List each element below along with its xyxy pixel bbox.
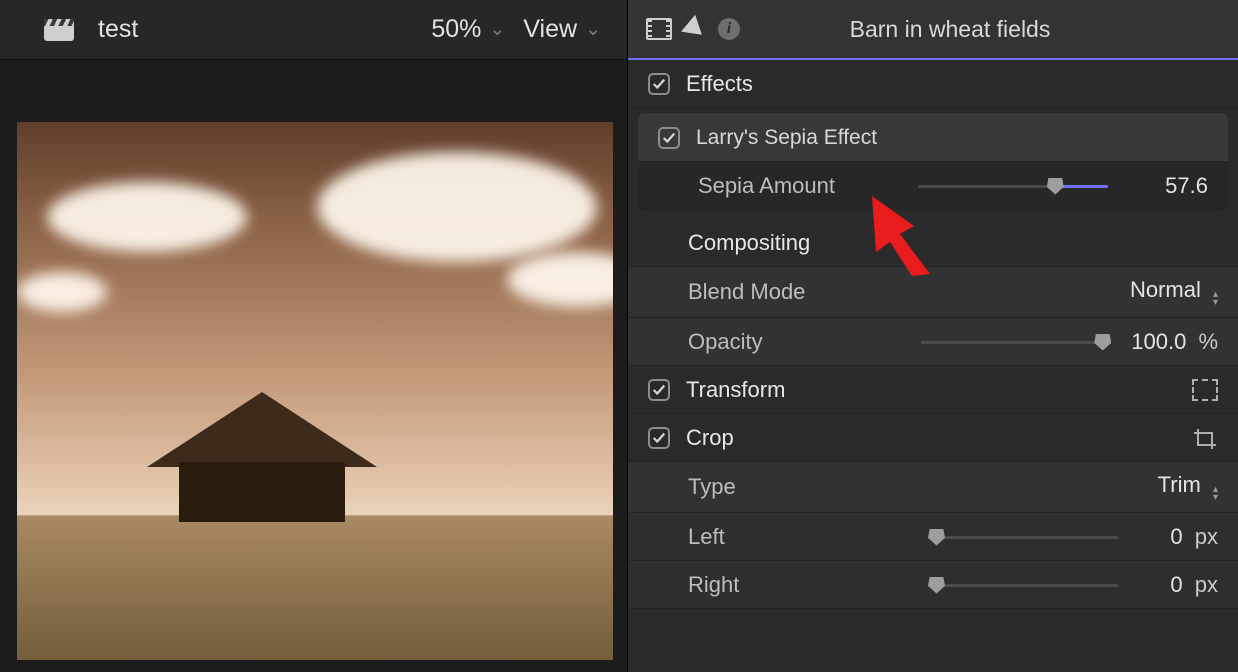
sepia-effect-header[interactable]: Larry's Sepia Effect — [638, 114, 1228, 162]
effects-checkbox[interactable] — [648, 73, 670, 95]
crop-left-row: Left 0 px — [628, 513, 1238, 561]
inspector-panel: i Barn in wheat fields Effects Larry's S… — [628, 0, 1238, 672]
transform-onscreen-icon[interactable] — [1192, 379, 1218, 401]
dropdown-caret-icon: ▴▾ — [1213, 291, 1218, 307]
crop-right-value[interactable]: 0 px — [1138, 572, 1218, 598]
crop-right-label: Right — [688, 572, 739, 598]
inspector-header: i Barn in wheat fields — [628, 0, 1238, 60]
sepia-amount-value[interactable]: 57.6 — [1128, 173, 1208, 199]
crop-type-value[interactable]: Trim ▴▾ — [1138, 472, 1218, 502]
crop-checkbox[interactable] — [648, 427, 670, 449]
chevron-down-icon: ⌄ — [489, 18, 505, 41]
project-name: test — [98, 15, 431, 44]
color-inspector-tab-icon[interactable] — [681, 15, 709, 43]
effects-section-header[interactable]: Effects — [628, 60, 1238, 108]
crop-left-label: Left — [688, 524, 725, 550]
transform-checkbox[interactable] — [648, 379, 670, 401]
dropdown-caret-icon: ▴▾ — [1213, 486, 1218, 502]
viewer-header: test 50% ⌄ View ⌄ — [0, 0, 627, 60]
video-inspector-tab-icon[interactable] — [646, 18, 672, 40]
opacity-slider[interactable] — [921, 332, 1111, 352]
preview-image — [17, 122, 613, 660]
clapperboard-icon[interactable] — [44, 19, 74, 41]
view-label: View — [523, 15, 577, 44]
view-dropdown[interactable]: View ⌄ — [523, 15, 601, 44]
sepia-amount-label: Sepia Amount — [698, 173, 835, 199]
transform-section-header[interactable]: Transform — [628, 366, 1238, 414]
crop-left-slider[interactable] — [928, 527, 1118, 547]
clip-title: Barn in wheat fields — [740, 16, 1220, 43]
transform-label: Transform — [686, 377, 785, 403]
blend-mode-label: Blend Mode — [688, 279, 805, 305]
chevron-down-icon: ⌄ — [585, 18, 601, 41]
opacity-value[interactable]: 100.0 % — [1131, 329, 1218, 355]
sepia-effect-label: Larry's Sepia Effect — [696, 126, 877, 150]
compositing-header: Compositing — [628, 210, 1238, 267]
blend-mode-value[interactable]: Normal ▴▾ — [1130, 277, 1218, 307]
blend-mode-row: Blend Mode Normal ▴▾ — [628, 267, 1238, 318]
preview-canvas[interactable] — [17, 122, 613, 660]
crop-right-row: Right 0 px — [628, 561, 1238, 609]
zoom-dropdown[interactable]: 50% ⌄ — [431, 15, 505, 44]
effects-label: Effects — [686, 71, 753, 97]
opacity-row: Opacity 100.0 % — [628, 318, 1238, 366]
crop-label: Crop — [686, 425, 734, 451]
opacity-label: Opacity — [688, 329, 763, 355]
info-inspector-tab-icon[interactable]: i — [718, 18, 740, 40]
zoom-value: 50% — [431, 15, 481, 44]
sepia-effect-checkbox[interactable] — [658, 127, 680, 149]
crop-onscreen-icon[interactable] — [1192, 427, 1218, 449]
compositing-label: Compositing — [688, 230, 810, 256]
viewer-panel: test 50% ⌄ View ⌄ — [0, 0, 628, 672]
crop-left-value[interactable]: 0 px — [1138, 524, 1218, 550]
sepia-amount-row: Sepia Amount 57.6 — [638, 162, 1228, 210]
crop-section-header[interactable]: Crop — [628, 414, 1238, 462]
crop-type-row: Type Trim ▴▾ — [628, 462, 1238, 513]
crop-type-label: Type — [688, 474, 736, 500]
crop-right-slider[interactable] — [928, 575, 1118, 595]
sepia-amount-slider[interactable] — [918, 176, 1108, 196]
